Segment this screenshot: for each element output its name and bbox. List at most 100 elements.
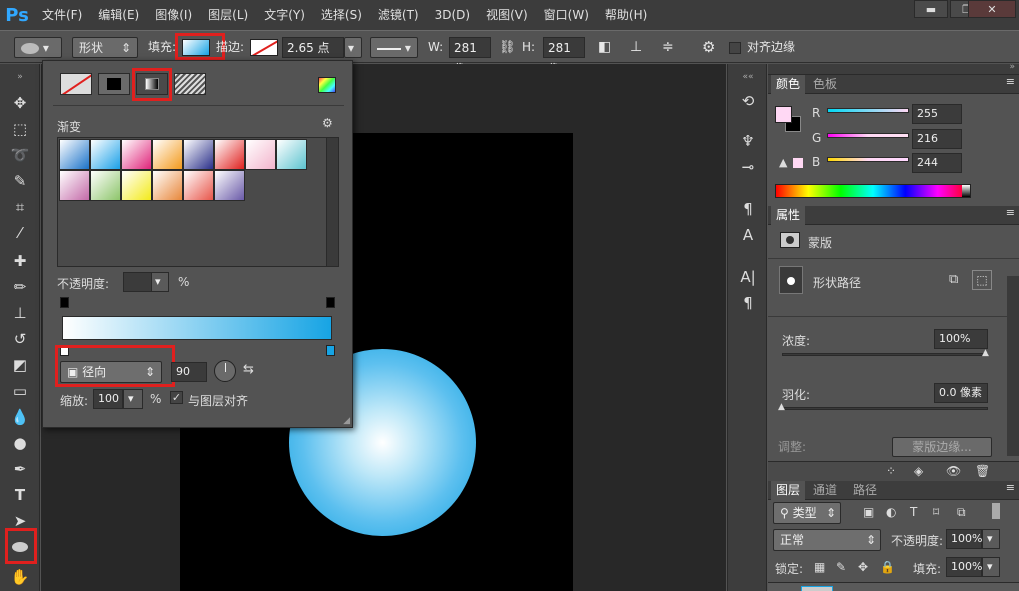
- opacity-stop-left[interactable]: [60, 297, 69, 308]
- lock-transparent-icon[interactable]: ▦: [814, 560, 825, 574]
- history-brush-tool-icon[interactable]: ↺: [8, 328, 32, 350]
- brush-tool-icon[interactable]: ✏: [8, 276, 32, 298]
- tab-swatches[interactable]: 色板: [808, 75, 842, 94]
- feather-thumb[interactable]: ▲: [778, 402, 785, 412]
- scale-dropdown[interactable]: ▾: [123, 389, 143, 409]
- align-layer-checkbox[interactable]: ✓: [170, 391, 183, 404]
- collapse-icon[interactable]: ««: [736, 66, 760, 88]
- healing-brush-tool-icon[interactable]: ✚: [8, 250, 32, 272]
- color-picker-icon[interactable]: [318, 77, 336, 93]
- visibility-icon[interactable]: 👁: [946, 464, 961, 478]
- layer-opacity-input[interactable]: 100%: [946, 529, 982, 549]
- menu-image[interactable]: 图像(I): [147, 0, 200, 30]
- brush-panel-icon[interactable]: ♆: [736, 130, 760, 152]
- scale-input[interactable]: 100: [93, 389, 123, 409]
- b-input[interactable]: 244: [912, 153, 962, 173]
- gradient-swatch[interactable]: [59, 139, 90, 170]
- adjustment-filter-icon[interactable]: ◐: [886, 505, 896, 519]
- menu-filter[interactable]: 滤镜(T): [370, 0, 427, 30]
- link-icon[interactable]: ⛓: [499, 37, 516, 58]
- pattern-button[interactable]: [174, 73, 206, 95]
- collapse-icon[interactable]: »: [8, 66, 32, 88]
- hand-tool-icon[interactable]: ✋: [8, 566, 32, 588]
- path-operations-icon[interactable]: ◧: [598, 37, 611, 58]
- type-tool-icon[interactable]: T: [8, 484, 32, 506]
- color-spectrum-bar[interactable]: [775, 184, 971, 198]
- gradient-swatch[interactable]: [152, 139, 183, 170]
- mask-select-icon[interactable]: ⧉: [949, 272, 958, 287]
- angle-dial[interactable]: [214, 360, 236, 382]
- r-slider[interactable]: [827, 108, 909, 113]
- gradient-swatch[interactable]: [245, 139, 276, 170]
- menu-view[interactable]: 视图(V): [478, 0, 536, 30]
- b-slider[interactable]: [827, 157, 909, 162]
- gradient-swatch[interactable]: [214, 139, 245, 170]
- lock-pixels-icon[interactable]: ✎: [836, 560, 846, 574]
- g-input[interactable]: 216: [912, 129, 962, 149]
- panel-menu-icon[interactable]: ≡: [1006, 206, 1015, 219]
- resize-grip-icon[interactable]: ◢: [343, 416, 350, 426]
- clone-stamp-tool-icon[interactable]: ⊥: [8, 302, 32, 324]
- eyedropper-tool-icon[interactable]: ⁄: [8, 222, 32, 244]
- foreground-color-swatch[interactable]: [775, 106, 792, 123]
- opacity-stop-right[interactable]: [326, 297, 335, 308]
- reverse-icon[interactable]: ⇆: [243, 362, 254, 377]
- feather-slider[interactable]: [782, 407, 988, 410]
- crop-tool-icon[interactable]: ⌗: [8, 196, 32, 218]
- menu-type[interactable]: 文字(Y): [256, 0, 313, 30]
- layer-list-top[interactable]: [768, 582, 1019, 591]
- tab-color[interactable]: 颜色: [771, 75, 806, 94]
- stroke-type-select[interactable]: ▾: [370, 37, 418, 58]
- layer-fill-input[interactable]: 100%: [946, 557, 982, 577]
- dodge-tool-icon[interactable]: ●: [8, 432, 32, 454]
- bw-bar[interactable]: [962, 185, 970, 197]
- gradient-tool-icon[interactable]: ▭: [8, 380, 32, 402]
- gradient-swatch[interactable]: [121, 139, 152, 170]
- tab-channels[interactable]: 通道: [808, 481, 842, 500]
- vector-mask-thumbnail[interactable]: [779, 266, 803, 294]
- shape-mode-select[interactable]: 形状 ⇕: [72, 37, 138, 58]
- gradient-swatch[interactable]: [90, 170, 121, 201]
- layer-thumbnail[interactable]: [801, 586, 833, 591]
- feather-input[interactable]: 0.0 像素: [934, 383, 988, 403]
- tab-properties[interactable]: 属性: [771, 206, 806, 225]
- tool-preset-picker[interactable]: ▾: [14, 37, 62, 58]
- gradient-bar[interactable]: [62, 316, 332, 340]
- apply-mask-icon[interactable]: ◈: [914, 464, 923, 478]
- tab-paths[interactable]: 路径: [848, 481, 882, 500]
- menu-select[interactable]: 选择(S): [313, 0, 370, 30]
- menu-layer[interactable]: 图层(L): [200, 0, 256, 30]
- blur-tool-icon[interactable]: 💧: [8, 406, 32, 428]
- character-panel-icon[interactable]: A|: [736, 266, 760, 288]
- minimize-button[interactable]: ▬: [914, 0, 948, 18]
- height-input[interactable]: 281 像: [543, 37, 585, 76]
- layer-opacity-dropdown[interactable]: ▾: [982, 529, 1000, 549]
- g-slider[interactable]: [827, 133, 909, 138]
- brush-presets-icon[interactable]: ⊸: [736, 156, 760, 178]
- gradient-swatch[interactable]: [183, 170, 214, 201]
- path-alignment-icon[interactable]: ⊥: [630, 37, 642, 58]
- type-filter-icon[interactable]: T: [910, 505, 917, 519]
- swatches-scrollbar[interactable]: [326, 138, 338, 266]
- r-input[interactable]: 255: [912, 104, 962, 124]
- gear-icon[interactable]: ⚙: [702, 37, 715, 58]
- tab-layers[interactable]: 图层: [771, 481, 806, 500]
- filter-toggle[interactable]: [992, 503, 1000, 519]
- paragraph-panel-icon[interactable]: ¶: [736, 292, 760, 314]
- close-button[interactable]: ✕: [968, 0, 1016, 18]
- history-panel-icon[interactable]: ⟲: [736, 90, 760, 112]
- character-styles-icon[interactable]: A: [736, 224, 760, 246]
- lock-all-icon[interactable]: 🔒: [880, 560, 895, 574]
- density-thumb[interactable]: ▲: [982, 348, 989, 358]
- menu-help[interactable]: 帮助(H): [597, 0, 655, 30]
- selection-icon[interactable]: ⁘: [886, 464, 896, 478]
- opacity-dropdown[interactable]: ▾: [151, 272, 169, 292]
- gradient-swatch[interactable]: [121, 170, 152, 201]
- panel-menu-icon[interactable]: ≡: [1006, 75, 1015, 88]
- stroke-width-dropdown[interactable]: ▾: [344, 37, 362, 58]
- menu-3d[interactable]: 3D(D): [427, 0, 478, 30]
- gradient-swatch[interactable]: [183, 139, 214, 170]
- move-tool-icon[interactable]: ✥: [8, 92, 32, 114]
- expand-icon[interactable]: »: [1009, 62, 1015, 72]
- pen-tool-icon[interactable]: ✒: [8, 458, 32, 480]
